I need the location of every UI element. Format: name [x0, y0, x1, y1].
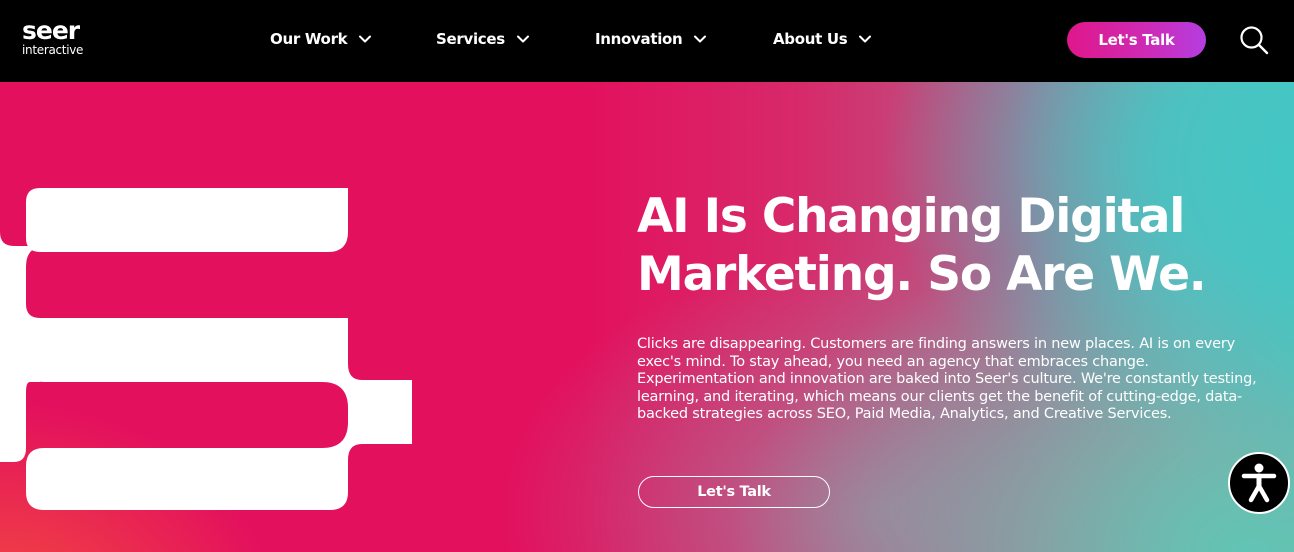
logo-subtitle: interactive	[22, 43, 84, 57]
lets-talk-hero-button[interactable]: Let's Talk	[638, 476, 830, 508]
accessibility-icon	[1241, 463, 1277, 503]
site-header: seer interactive Our Work Services Innov…	[0, 0, 1294, 82]
nav-item-label: Our Work	[270, 30, 348, 48]
nav-item-label: About Us	[773, 30, 848, 48]
page: seer interactive Our Work Services Innov…	[0, 0, 1294, 552]
lets-talk-header-button[interactable]: Let's Talk	[1067, 22, 1206, 58]
chevron-down-icon	[359, 35, 372, 43]
seer-logo[interactable]: seer interactive	[22, 18, 102, 62]
nav-item-label: Innovation	[595, 30, 683, 48]
accessibility-widget-button[interactable]	[1228, 452, 1290, 514]
nav-item-our-work[interactable]: Our Work	[270, 28, 372, 50]
logo-wordmark: seer	[22, 16, 80, 45]
chevron-down-icon	[694, 35, 707, 43]
hero-section: AI Is Changing Digital Marketing. So Are…	[0, 82, 1294, 552]
nav-item-innovation[interactable]: Innovation	[595, 28, 707, 50]
nav-item-label: Services	[436, 30, 505, 48]
hero-body-text: Clicks are disappearing. Customers are f…	[637, 336, 1257, 422]
chevron-down-icon	[859, 35, 872, 43]
search-icon[interactable]	[1238, 24, 1270, 56]
nav-item-services[interactable]: Services	[436, 28, 529, 50]
seer-s-brand-graphic	[0, 188, 412, 510]
hero-headline: AI Is Changing Digital Marketing. So Are…	[637, 189, 1207, 302]
chevron-down-icon	[516, 35, 529, 43]
nav-item-about-us[interactable]: About Us	[773, 28, 872, 50]
